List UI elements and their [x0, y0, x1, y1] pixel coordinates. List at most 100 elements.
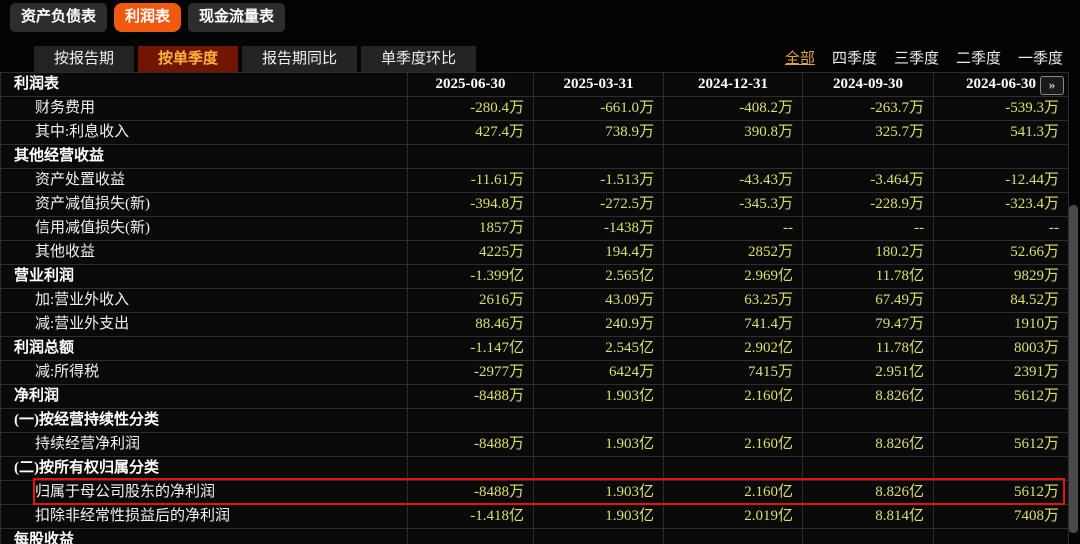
table-cell: [408, 145, 534, 169]
table-cell: -8488万: [408, 481, 534, 505]
table-cell: [934, 145, 1069, 169]
table-cell: [664, 457, 803, 481]
table-cell: [534, 529, 664, 544]
row-label: 其中:利息收入: [1, 121, 408, 145]
vertical-scrollbar-thumb[interactable]: [1069, 205, 1078, 533]
table-cell: 88.46万: [408, 313, 534, 337]
table-cell: 2.565亿: [534, 265, 664, 289]
report-tab[interactable]: 现金流量表: [188, 3, 286, 32]
table-cell: -11.61万: [408, 169, 534, 193]
table-cell: 2.160亿: [664, 433, 803, 457]
view-tab[interactable]: 按单季度: [138, 46, 239, 72]
table-cell: 11.78亿: [803, 337, 934, 361]
row-label: 净利润: [1, 385, 408, 409]
table-cell: [534, 409, 664, 433]
income-statement-table: 利润表 2025-06-30 2025-03-31 2024-12-31 2024-09…: [0, 72, 1069, 544]
table-cell: [534, 457, 664, 481]
table-cell: 7415万: [664, 361, 803, 385]
table-cell: 180.2万: [803, 241, 934, 265]
table-title-header: 利润表: [1, 73, 408, 97]
table-cell: -1.147亿: [408, 337, 534, 361]
table-cell: 8.826亿: [803, 433, 934, 457]
table-cell: 11.78亿: [803, 265, 934, 289]
table-cell: -1.399亿: [408, 265, 534, 289]
table-cell: 8.826亿: [803, 481, 934, 505]
row-label: 扣除非经常性损益后的净利润: [1, 505, 408, 529]
table-cell: [803, 409, 934, 433]
table-cell: 84.52万: [934, 289, 1069, 313]
table-cell: -408.2万: [664, 97, 803, 121]
table-cell: -2977万: [408, 361, 534, 385]
column-header-date: 2025-06-30: [408, 73, 534, 97]
row-label: 每股收益: [1, 529, 408, 544]
table-cell: -43.43万: [664, 169, 803, 193]
view-tab-bar: 按报告期 按单季度 报告期同比 单季度环比: [34, 46, 477, 72]
row-label: 减:营业外支出: [1, 313, 408, 337]
table-cell: 2.019亿: [664, 505, 803, 529]
table-cell: 427.4万: [408, 121, 534, 145]
quarter-filter[interactable]: 四季度: [832, 48, 877, 70]
table-cell: 67.49万: [803, 289, 934, 313]
table-cell: -3.464万: [803, 169, 934, 193]
quarter-filter[interactable]: 二季度: [956, 48, 1001, 70]
report-tab[interactable]: 利润表: [114, 3, 182, 32]
financial-statement-panel: 资产负债表 利润表 现金流量表 按报告期 按单季度 报告期同比 单季度环比 全部 四季度 三季…: [0, 0, 1080, 544]
table-cell: --: [664, 217, 803, 241]
table-cell: -1438万: [534, 217, 664, 241]
column-header-date: 2025-03-31: [534, 73, 664, 97]
table-cell: -394.8万: [408, 193, 534, 217]
table-cell: 2.160亿: [664, 385, 803, 409]
table-cell: -263.7万: [803, 97, 934, 121]
table-cell: 43.09万: [534, 289, 664, 313]
report-tab[interactable]: 资产负债表: [10, 3, 108, 32]
table-cell: -1.513万: [534, 169, 664, 193]
column-header-date: 2024-09-30: [803, 73, 934, 97]
quarter-filter[interactable]: 全部: [785, 48, 815, 70]
table-cell: 390.8万: [664, 121, 803, 145]
table-cell: 1857万: [408, 217, 534, 241]
table-cell: 5612万: [934, 433, 1069, 457]
view-tab[interactable]: 报告期同比: [242, 46, 358, 72]
table-cell: -8488万: [408, 385, 534, 409]
quarter-filter[interactable]: 一季度: [1018, 48, 1063, 70]
table-cell: [803, 529, 934, 544]
table-cell: 4225万: [408, 241, 534, 265]
table-cell: 8.826亿: [803, 385, 934, 409]
table-cell: 2.969亿: [664, 265, 803, 289]
table-cell: 240.9万: [534, 313, 664, 337]
table-cell: 2.545亿: [534, 337, 664, 361]
row-label: (一)按经营持续性分类: [1, 409, 408, 433]
row-label: (二)按所有权归属分类: [1, 457, 408, 481]
table-cell: [408, 457, 534, 481]
table-cell: -228.9万: [803, 193, 934, 217]
table-cell: 9829万: [934, 265, 1069, 289]
column-header-date: 2024-12-31: [664, 73, 803, 97]
table-cell: -12.44万: [934, 169, 1069, 193]
table-cell: -539.3万: [934, 97, 1069, 121]
table-cell: -1.418亿: [408, 505, 534, 529]
table-cell: 2852万: [664, 241, 803, 265]
table-cell: 1.903亿: [534, 385, 664, 409]
table-cell: [664, 409, 803, 433]
table-cell: [803, 457, 934, 481]
row-label: 其他经营收益: [1, 145, 408, 169]
next-columns-button[interactable]: »: [1040, 76, 1064, 95]
table-cell: 194.4万: [534, 241, 664, 265]
row-label: 营业利润: [1, 265, 408, 289]
table-cell: -661.0万: [534, 97, 664, 121]
table-cell: [934, 409, 1069, 433]
table-cell: -323.4万: [934, 193, 1069, 217]
quarter-filter[interactable]: 三季度: [894, 48, 939, 70]
view-tab[interactable]: 单季度环比: [361, 46, 477, 72]
table-cell: -272.5万: [534, 193, 664, 217]
table-cell: [534, 145, 664, 169]
table-cell: 1.903亿: [534, 433, 664, 457]
table-cell: 2391万: [934, 361, 1069, 385]
view-tab[interactable]: 按报告期: [34, 46, 135, 72]
row-label: 加:营业外收入: [1, 289, 408, 313]
table-cell: 5612万: [934, 385, 1069, 409]
table-cell: 2616万: [408, 289, 534, 313]
table-cell: [934, 457, 1069, 481]
table-cell: --: [934, 217, 1069, 241]
table-cell: 2.902亿: [664, 337, 803, 361]
